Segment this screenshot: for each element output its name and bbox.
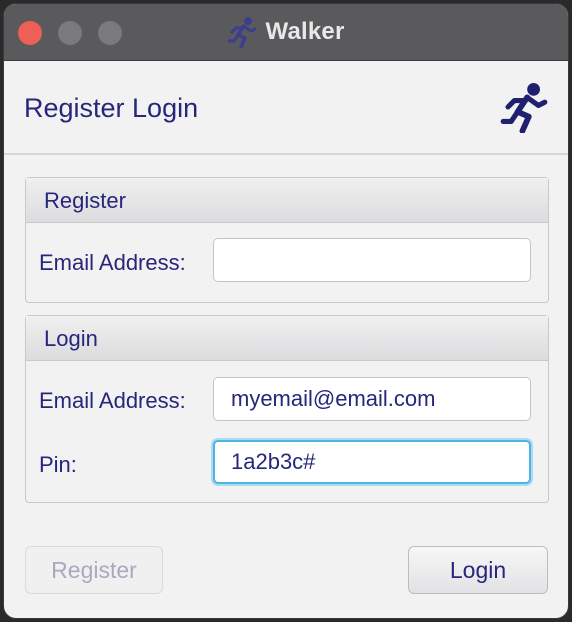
- title-bar[interactable]: Walker: [4, 4, 568, 61]
- register-email-label: Email Address:: [39, 250, 186, 275]
- register-group-title: Register: [44, 188, 126, 213]
- window-title-group: Walker: [4, 4, 568, 60]
- register-group-header: Register: [26, 178, 548, 223]
- page-header: Register Login: [4, 61, 568, 155]
- login-email-input[interactable]: [213, 377, 531, 421]
- runner-icon: [500, 81, 548, 138]
- runner-icon: [227, 16, 258, 48]
- login-pin-input[interactable]: [213, 440, 531, 484]
- register-button[interactable]: Register: [25, 546, 163, 594]
- login-email-label: Email Address:: [39, 388, 186, 413]
- login-pin-label: Pin:: [39, 452, 77, 477]
- login-button[interactable]: Login: [408, 546, 548, 594]
- login-group-title: Login: [44, 326, 98, 351]
- register-group: Register Email Address:: [25, 177, 549, 303]
- login-group: Login Email Address: Pin:: [25, 315, 549, 503]
- page-title: Register Login: [24, 93, 199, 123]
- window-title: Walker: [265, 18, 345, 45]
- register-email-input[interactable]: [213, 238, 531, 282]
- app-window: Walker Register Login Register Email Add…: [4, 4, 568, 618]
- login-group-header: Login: [26, 316, 548, 361]
